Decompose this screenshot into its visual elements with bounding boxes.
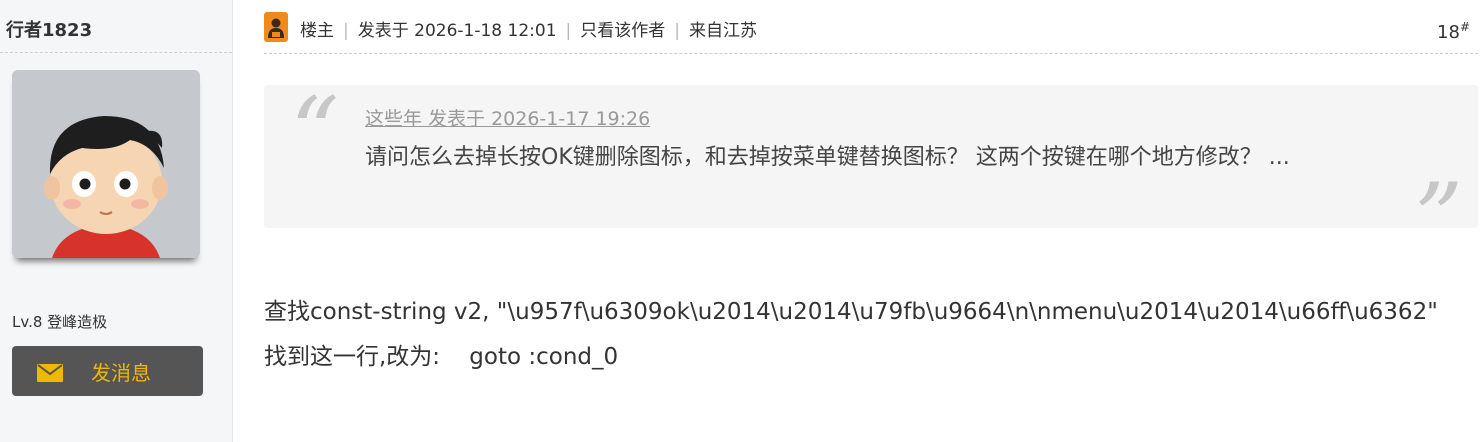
meta-separator: | bbox=[674, 21, 680, 41]
post-header: 楼主 | 发表于 2026-1-18 12:01 | 只看该作者 | 来自江苏 18# bbox=[264, 12, 1474, 44]
floor-number-value: 18 bbox=[1437, 22, 1460, 43]
avatar-cartoon-boy bbox=[12, 70, 200, 258]
post-location: 来自江苏 bbox=[688, 21, 757, 41]
author-level: Lv.8 登峰造极 bbox=[12, 313, 108, 331]
floor-mark: # bbox=[1459, 20, 1470, 34]
author-username[interactable]: 行者1823 bbox=[6, 16, 92, 42]
meta-separator: | bbox=[565, 21, 572, 41]
floor-number[interactable]: 18# bbox=[1437, 20, 1470, 43]
post-time: 发表于 2026-1-18 12:01 bbox=[357, 21, 557, 41]
send-message-button[interactable]: 发消息 bbox=[12, 346, 203, 396]
only-author-link[interactable]: 只看该作者 bbox=[580, 21, 665, 41]
owner-label: 楼主 bbox=[300, 21, 334, 41]
avatar[interactable] bbox=[12, 70, 200, 258]
envelope-icon bbox=[37, 363, 63, 387]
reply-line-1: 查找const-string v2, "\u957f\u6309ok\u2014… bbox=[264, 299, 1438, 325]
author-sidebar: 行者1823 Lv.8 登峰造极 发消息 bbox=[0, 0, 233, 442]
header-divider bbox=[264, 53, 1478, 54]
owner-icon bbox=[264, 12, 288, 42]
reply-body: 查找const-string v2, "\u957f\u6309ok\u2014… bbox=[264, 290, 1478, 380]
quote-block: “ 这些年 发表于 2026-1-17 19:26 请问怎么去掉长按OK键删除图… bbox=[264, 77, 1478, 267]
quote-author-link[interactable]: 这些年 发表于 2026-1-17 19:26 bbox=[365, 104, 650, 131]
reply-line-2: 找到这一行,改为: goto :cond_0 bbox=[264, 344, 619, 370]
quote-text: 请问怎么去掉长按OK键删除图标，和去掉按菜单键替换图标？ 这两个按键在哪个地方修… bbox=[365, 145, 1290, 170]
meta-separator: | bbox=[343, 21, 349, 41]
sidebar-divider bbox=[0, 52, 232, 53]
open-quote-icon: “ bbox=[290, 77, 340, 189]
post-meta: 楼主 | 发表于 2026-1-18 12:01 | 只看该作者 | 来自江苏 bbox=[300, 16, 757, 41]
send-message-label: 发消息 bbox=[91, 361, 151, 385]
close-quote-icon: ” bbox=[1414, 163, 1464, 275]
